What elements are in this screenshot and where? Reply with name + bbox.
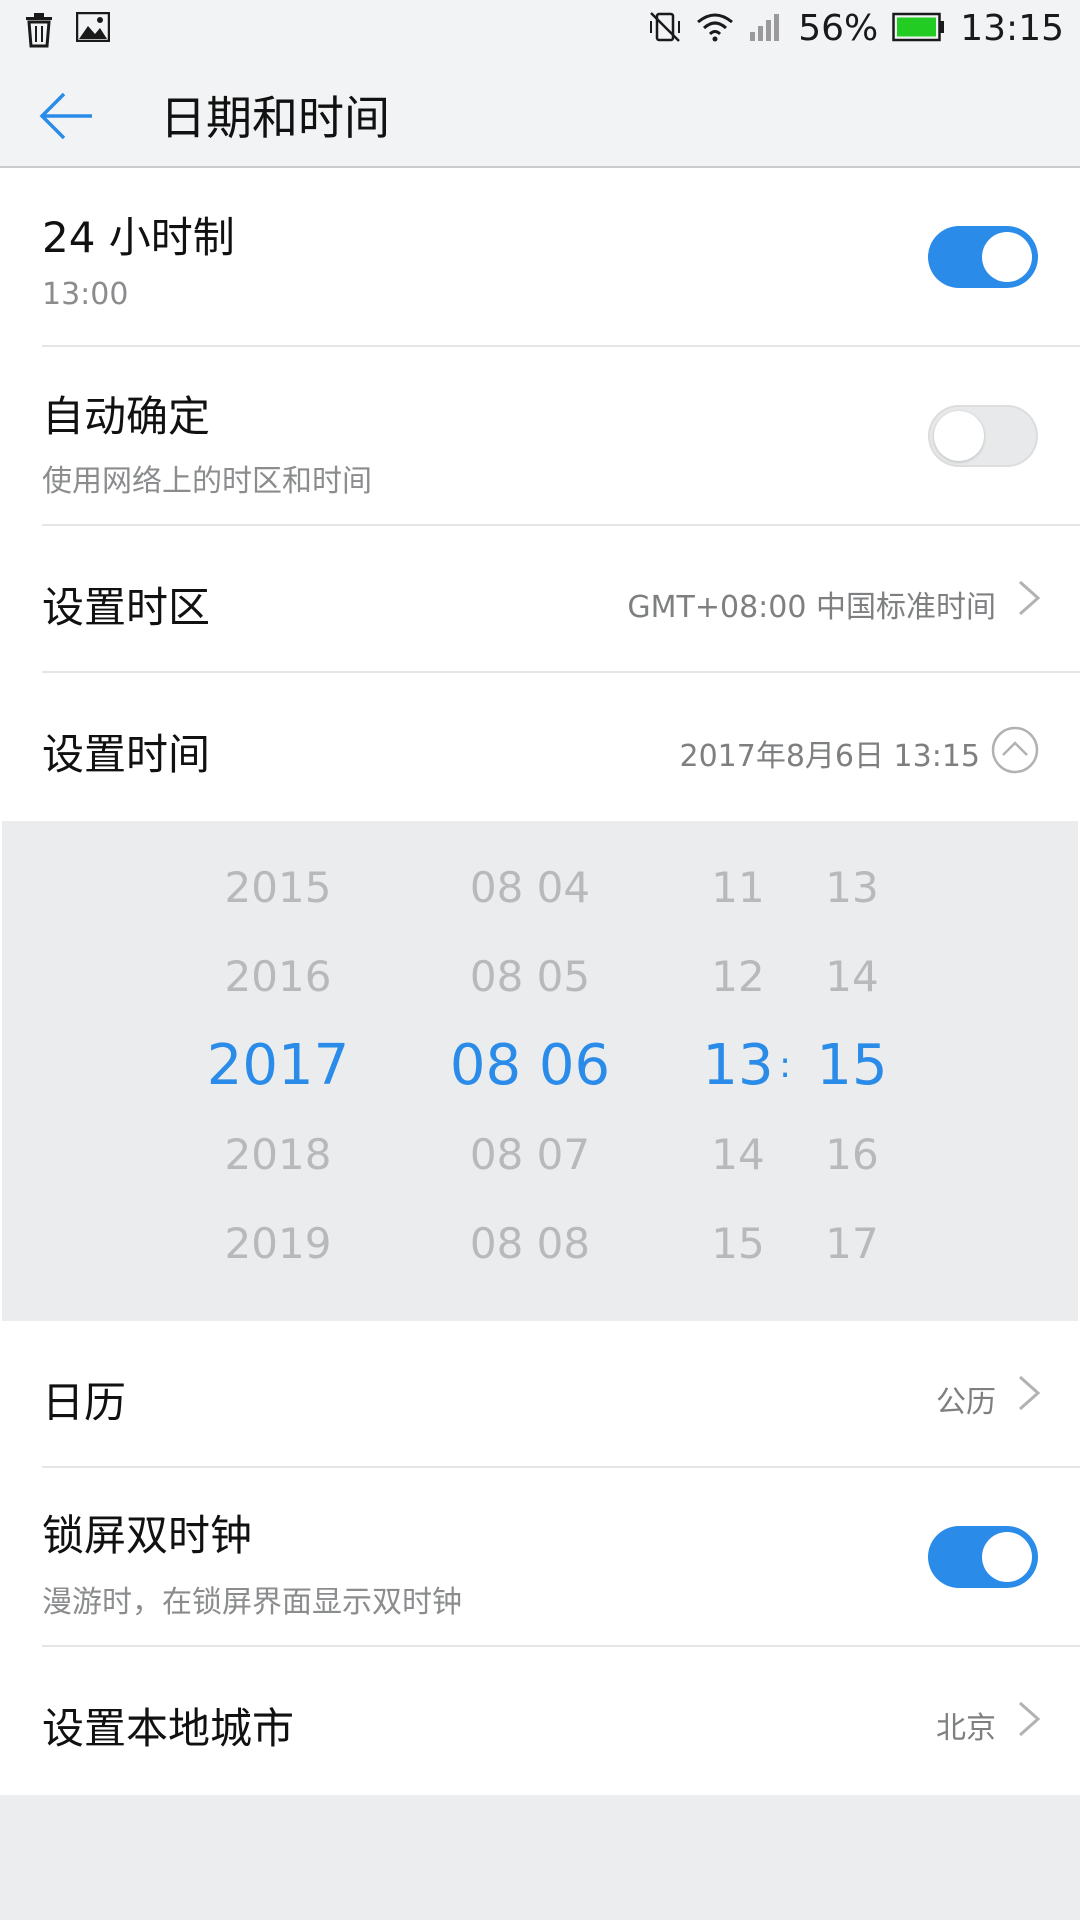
status-time: 13:15 (960, 8, 1064, 49)
page-title: 日期和时间 (160, 91, 390, 145)
chevron-up-circle-icon[interactable] (990, 725, 1040, 779)
set-time-value: 2017年8月6日 13:15 (679, 739, 980, 774)
setting-title: 设置时区 (42, 583, 211, 632)
status-bar: 56% 13:15 (0, 0, 1080, 62)
picker-item[interactable]: 2016 (178, 932, 378, 1021)
setting-title: 设置时间 (42, 730, 211, 779)
trash-icon (24, 12, 54, 52)
empty-area (0, 1796, 1080, 1920)
date-time-picker[interactable]: 2015 2016 2017 2018 2019 08 04 08 05 08 … (2, 821, 1078, 1321)
picker-item[interactable]: 08 05 (430, 932, 630, 1021)
battery-percent: 56% (798, 8, 879, 49)
picker-item[interactable]: 2015 (178, 843, 378, 932)
setting-title: 锁屏双时钟 (42, 1511, 253, 1560)
app-header: 日期和时间 (0, 62, 1080, 168)
battery-icon (892, 12, 946, 46)
vibrate-off-icon (648, 10, 682, 48)
picker-item[interactable]: 2018 (178, 1110, 378, 1199)
timezone-value: GMT+08:00 中国标准时间 (627, 590, 996, 625)
picker-item[interactable]: 16 (752, 1110, 952, 1199)
chevron-right-icon (1019, 1375, 1041, 1411)
picker-item[interactable]: 14 (752, 932, 952, 1021)
setting-calendar[interactable]: 日历 公历 (0, 1321, 1080, 1468)
settings-list: 24 小时制 13:00 自动确定 使用网络上的时区和时间 设置时区 GMT+0… (0, 168, 1080, 1795)
hour24-toggle[interactable] (928, 226, 1038, 288)
setting-title: 设置本地城市 (42, 1704, 295, 1753)
wifi-icon (696, 12, 734, 46)
setting-title: 日历 (42, 1378, 127, 1427)
setting-set-time[interactable]: 设置时间 2017年8月6日 13:15 (0, 673, 1080, 821)
local-city-value: 北京 (936, 1711, 996, 1746)
picker-item[interactable]: 08 07 (430, 1110, 630, 1199)
picker-item[interactable]: 08 08 (430, 1199, 630, 1288)
picker-item[interactable]: 2019 (178, 1199, 378, 1288)
minute-wheel[interactable]: 13 14 15 16 17 (752, 843, 952, 1288)
setting-subtitle: 使用网络上的时区和时间 (42, 464, 372, 499)
setting-subtitle: 漫游时，在锁屏界面显示双时钟 (42, 1585, 462, 1620)
setting-dual-clock[interactable]: 锁屏双时钟 漫游时，在锁屏界面显示双时钟 (0, 1468, 1080, 1647)
setting-24-hour[interactable]: 24 小时制 13:00 (0, 168, 1080, 347)
picker-item[interactable]: 13 (752, 843, 952, 932)
setting-local-city[interactable]: 设置本地城市 北京 (0, 1647, 1080, 1795)
picker-item[interactable]: 17 (752, 1199, 952, 1288)
setting-auto-time[interactable]: 自动确定 使用网络上的时区和时间 (0, 347, 1080, 526)
calendar-value: 公历 (936, 1385, 996, 1420)
year-wheel[interactable]: 2015 2016 2017 2018 2019 (178, 843, 378, 1288)
signal-icon (748, 12, 784, 46)
setting-timezone[interactable]: 设置时区 GMT+08:00 中国标准时间 (0, 526, 1080, 673)
setting-subtitle: 13:00 (42, 277, 129, 312)
setting-title: 自动确定 (42, 392, 211, 441)
chevron-right-icon (1019, 580, 1041, 616)
picker-item-selected[interactable]: 15 (752, 1021, 952, 1110)
auto-time-toggle[interactable] (928, 405, 1038, 467)
back-arrow-icon[interactable] (36, 86, 96, 146)
picker-item-selected[interactable]: 2017 (178, 1021, 378, 1110)
image-icon (75, 11, 111, 52)
setting-title: 24 小时制 (42, 213, 235, 262)
date-wheel[interactable]: 08 04 08 05 08 06 08 07 08 08 (430, 843, 630, 1288)
picker-item[interactable]: 08 04 (430, 843, 630, 932)
dual-clock-toggle[interactable] (928, 1526, 1038, 1588)
picker-item-selected[interactable]: 08 06 (430, 1021, 630, 1110)
chevron-right-icon (1019, 1701, 1041, 1737)
